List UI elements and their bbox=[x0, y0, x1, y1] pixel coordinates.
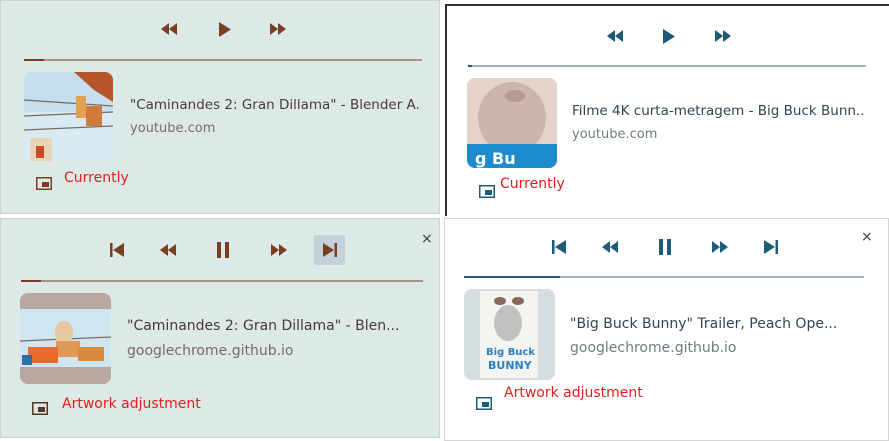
previous-track-icon bbox=[110, 243, 124, 257]
svg-text:g Bu: g Bu bbox=[475, 149, 516, 168]
media-source: googlechrome.github.io bbox=[570, 340, 737, 356]
big-buck-bunny-artwork-image: Big Buck BUNNY bbox=[464, 289, 555, 380]
pause-button[interactable] bbox=[212, 239, 234, 261]
seek-forward-icon bbox=[270, 23, 286, 35]
caminandes-artwork-image bbox=[20, 293, 111, 384]
pause-icon bbox=[217, 242, 229, 258]
picture-in-picture-icon bbox=[479, 185, 495, 198]
progress-bar[interactable] bbox=[468, 65, 866, 67]
media-notification-bottom-right: × Big Buck BUNNY "Big Buck Bunny" Traile… bbox=[444, 218, 889, 441]
previous-track-button[interactable] bbox=[107, 239, 127, 261]
progress-bar[interactable] bbox=[21, 280, 423, 282]
caption-label: Currently bbox=[500, 176, 565, 192]
artwork: g Bu bbox=[467, 78, 557, 168]
media-notification-top-left: "Caminandes 2: Gran Dillama" - Blender A… bbox=[0, 0, 440, 214]
picture-in-picture-icon bbox=[476, 397, 492, 410]
seek-forward-button[interactable] bbox=[712, 26, 734, 46]
media-source: youtube.com bbox=[130, 121, 216, 136]
seek-backward-button[interactable] bbox=[604, 26, 626, 46]
play-icon bbox=[219, 21, 231, 37]
next-track-button[interactable] bbox=[761, 236, 781, 258]
progress-fill bbox=[24, 59, 44, 61]
previous-track-button[interactable] bbox=[549, 236, 569, 258]
media-source: youtube.com bbox=[572, 127, 658, 142]
seek-forward-icon bbox=[271, 244, 287, 256]
close-button[interactable]: × bbox=[861, 230, 873, 244]
picture-in-picture-icon bbox=[36, 177, 52, 190]
media-title: Filme 4K curta-metragem - Big Buck Bunn.… bbox=[572, 103, 864, 119]
seek-backward-icon bbox=[602, 241, 618, 253]
seek-backward-icon bbox=[161, 23, 177, 35]
next-track-icon bbox=[764, 240, 778, 254]
big-buck-bunny-artwork-image: g Bu bbox=[467, 78, 557, 168]
progress-fill bbox=[464, 276, 560, 278]
caption-label: Artwork adjustment bbox=[504, 385, 643, 401]
artwork: Big Buck BUNNY bbox=[464, 289, 555, 380]
caption-label: Currently bbox=[64, 170, 129, 186]
progress-bar[interactable] bbox=[464, 276, 864, 278]
media-title: "Caminandes 2: Gran Dillama" - Blen... bbox=[127, 318, 400, 334]
play-icon bbox=[663, 28, 675, 44]
picture-in-picture-button[interactable] bbox=[36, 175, 52, 194]
artwork bbox=[20, 293, 111, 384]
svg-text:Big Buck: Big Buck bbox=[486, 347, 535, 358]
picture-in-picture-icon bbox=[32, 402, 48, 415]
progress-bar[interactable] bbox=[24, 59, 422, 61]
seek-forward-button[interactable] bbox=[268, 240, 290, 260]
media-notification-bottom-left: × "Caminandes 2: Gran Dillama" - Blen...… bbox=[0, 218, 440, 438]
pause-button[interactable] bbox=[654, 236, 676, 258]
next-track-button[interactable] bbox=[314, 235, 345, 265]
seek-backward-button[interactable] bbox=[599, 237, 621, 257]
svg-text:BUNNY: BUNNY bbox=[488, 359, 533, 372]
media-source: googlechrome.github.io bbox=[127, 343, 294, 359]
seek-backward-button[interactable] bbox=[157, 240, 179, 260]
next-track-icon bbox=[322, 243, 337, 257]
close-button[interactable]: × bbox=[421, 232, 433, 246]
play-button[interactable] bbox=[215, 18, 235, 40]
seek-backward-icon bbox=[160, 244, 176, 256]
caption-label: Artwork adjustment bbox=[62, 396, 201, 412]
previous-track-icon bbox=[552, 240, 566, 254]
seek-forward-button[interactable] bbox=[267, 19, 289, 39]
seek-backward-button[interactable] bbox=[158, 19, 180, 39]
progress-fill bbox=[468, 65, 472, 67]
pause-icon bbox=[659, 239, 671, 255]
play-button[interactable] bbox=[659, 25, 679, 47]
seek-backward-icon bbox=[607, 30, 623, 42]
media-title: "Big Buck Bunny" Trailer, Peach Ope... bbox=[570, 316, 838, 332]
seek-forward-icon bbox=[712, 241, 728, 253]
seek-forward-button[interactable] bbox=[709, 237, 731, 257]
picture-in-picture-button[interactable] bbox=[476, 395, 492, 414]
seek-forward-icon bbox=[715, 30, 731, 42]
progress-fill bbox=[21, 280, 41, 282]
artwork bbox=[24, 72, 113, 161]
picture-in-picture-button[interactable] bbox=[479, 183, 495, 202]
media-notification-top-right: g Bu Filme 4K curta-metragem - Big Buck … bbox=[445, 4, 889, 216]
media-title: "Caminandes 2: Gran Dillama" - Blender A… bbox=[130, 97, 420, 113]
caminandes-artwork-image bbox=[24, 72, 113, 161]
picture-in-picture-button[interactable] bbox=[32, 400, 48, 419]
